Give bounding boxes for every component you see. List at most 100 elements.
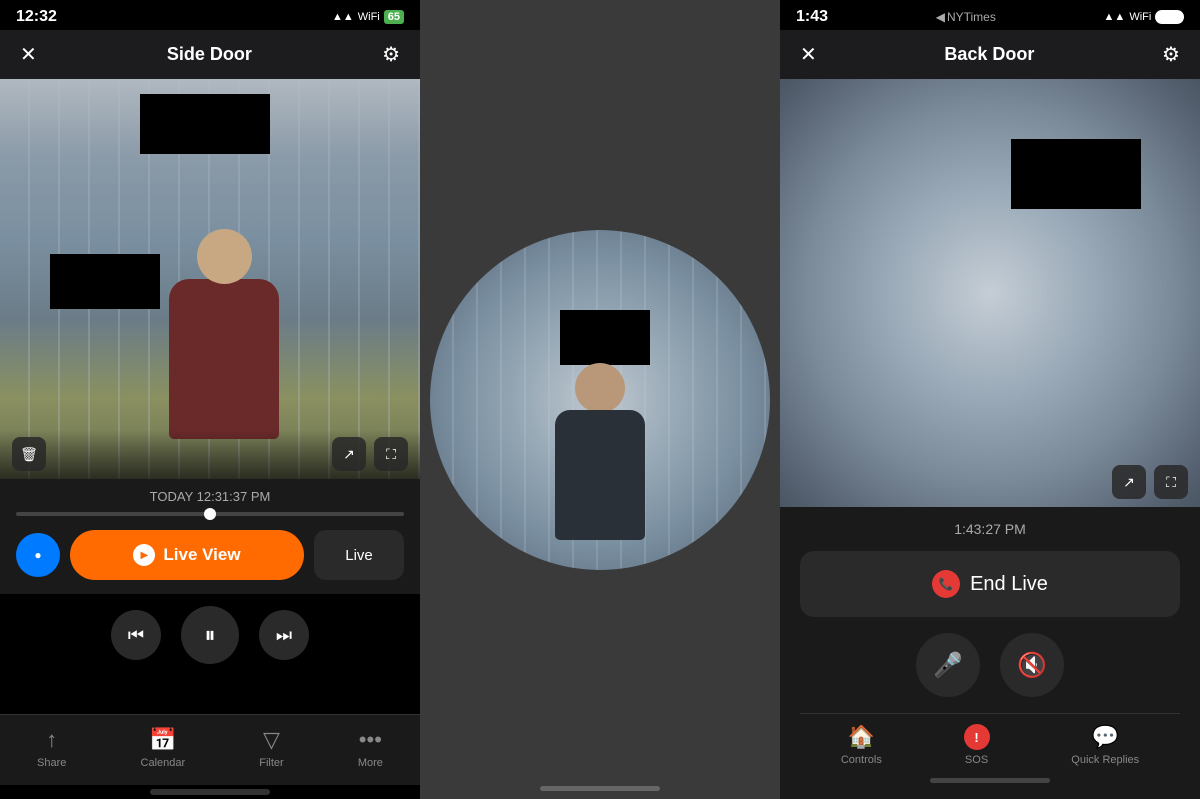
left-status-time: 12:32: [16, 8, 57, 26]
right-battery-badge: 20+: [1155, 10, 1184, 24]
live-view-button[interactable]: ▶ Live View: [70, 530, 304, 580]
right-panel: 1:43 ◀ NYTimes ▲▲ WiFi 20+ ✕ Back Door ⚙…: [780, 0, 1200, 799]
controls-label: Controls: [841, 754, 882, 766]
filter-icon: ▽: [263, 727, 280, 753]
filter-nav-item[interactable]: ▽ Filter: [259, 727, 283, 769]
left-nav-title: Side Door: [167, 44, 252, 65]
right-expand-button[interactable]: ↗: [1112, 465, 1146, 499]
share-nav-item[interactable]: ↑ Share: [37, 727, 66, 769]
next-button[interactable]: ⏭: [259, 610, 309, 660]
prev-icon: ⏮: [128, 625, 144, 646]
quick-replies-nav-item[interactable]: 💬 Quick Replies: [1071, 724, 1139, 766]
left-settings-button[interactable]: ⚙: [378, 38, 404, 71]
end-live-icon: 📞: [932, 570, 960, 598]
left-camera-background: [0, 79, 420, 479]
live-dot-button[interactable]: ●: [16, 533, 60, 577]
left-camera-view: 🗑 ↗ ⛶: [0, 79, 420, 479]
camera-fullscreen-button[interactable]: ⛶: [374, 437, 408, 471]
middle-panel: [420, 0, 780, 799]
left-bottom-nav: ↑ Share 📅 Calendar ▽ Filter ••• More: [0, 714, 420, 785]
middle-home-indicator: [540, 786, 660, 791]
notification-source: NYTimes: [947, 10, 996, 24]
quick-replies-icon: 💬: [1091, 724, 1118, 750]
fisheye-redaction: [560, 310, 650, 365]
right-close-button[interactable]: ✕: [796, 38, 821, 71]
person-head: [197, 229, 252, 284]
right-status-time: 1:43: [796, 8, 828, 26]
right-status-bar: 1:43 ◀ NYTimes ▲▲ WiFi 20+: [780, 0, 1200, 30]
end-live-label: End Live: [970, 573, 1048, 596]
left-nav-bar: ✕ Side Door ⚙: [0, 30, 420, 79]
right-home-indicator: [930, 778, 1050, 783]
timeline-track[interactable]: [16, 512, 404, 516]
left-person-silhouette: [154, 229, 294, 449]
quick-replies-label: Quick Replies: [1071, 754, 1139, 766]
share-icon: ↑: [46, 727, 57, 753]
right-control-panel: 1:43:27 PM 📞 End Live 🎤 🔇 🏠 Controls ! S…: [780, 507, 1200, 799]
calendar-label: Calendar: [141, 757, 186, 769]
sos-nav-item[interactable]: ! SOS: [964, 724, 990, 766]
timeline-thumb[interactable]: [204, 508, 216, 520]
sos-icon: !: [964, 724, 990, 750]
right-nav-title: Back Door: [944, 44, 1034, 65]
live-play-icon: ▶: [133, 544, 155, 566]
more-icon: •••: [359, 727, 382, 753]
left-panel: 12:32 ▲▲ WiFi 65 ✕ Side Door ⚙ 🗑 ↗ ⛶: [0, 0, 420, 799]
camera-expand-button[interactable]: ↗: [332, 437, 366, 471]
left-close-button[interactable]: ✕: [16, 38, 41, 71]
live-controls-row: ● ▶ Live View Live: [16, 530, 404, 580]
sos-label: SOS: [965, 754, 988, 766]
speaker-muted-icon: 🔇: [1017, 651, 1047, 680]
wifi-icon: WiFi: [358, 11, 380, 23]
prev-button[interactable]: ⏮: [111, 610, 161, 660]
more-label: More: [358, 757, 383, 769]
timeline-timestamp: TODAY 12:31:37 PM: [16, 489, 404, 504]
right-camera-view: ↗ ⛶: [780, 79, 1200, 507]
right-fullscreen-button[interactable]: ⛶: [1154, 465, 1188, 499]
live-tab-button[interactable]: Live: [314, 530, 404, 580]
live-view-label: Live View: [163, 545, 240, 565]
right-signal-icon: ▲▲: [1104, 11, 1126, 23]
live-dot-icon: ●: [34, 548, 41, 562]
left-redaction-1: [140, 94, 270, 154]
right-redaction: [1011, 139, 1141, 209]
right-notification: ◀ NYTimes: [936, 10, 996, 24]
calendar-icon: 📅: [149, 727, 176, 753]
left-status-icons: ▲▲ WiFi 65: [332, 10, 404, 24]
signal-icon: ▲▲: [332, 11, 354, 23]
pause-button[interactable]: ⏸: [181, 606, 239, 664]
left-redaction-2: [50, 254, 160, 309]
speaker-button[interactable]: 🔇: [1000, 633, 1064, 697]
controls-icon: 🏠: [848, 724, 875, 750]
right-camera-overlay: ↗ ⛶: [1112, 465, 1188, 499]
right-camera-background: [780, 79, 1200, 507]
fisheye-background: [430, 230, 770, 570]
fisheye-person: [555, 363, 645, 540]
more-nav-item[interactable]: ••• More: [358, 727, 383, 769]
fisheye-person-body: [555, 410, 645, 540]
playback-controls: ⏮ ⏸ ⏭: [0, 594, 420, 676]
next-icon: ⏭: [276, 625, 292, 646]
right-timestamp: 1:43:27 PM: [954, 521, 1026, 537]
share-label: Share: [37, 757, 66, 769]
microphone-icon: 🎤: [933, 651, 963, 680]
right-status-icons: ▲▲ WiFi 20+: [1104, 10, 1184, 24]
camera-delete-button[interactable]: 🗑: [12, 437, 46, 471]
back-arrow-icon: ◀: [936, 10, 945, 24]
filter-label: Filter: [259, 757, 283, 769]
calendar-nav-item[interactable]: 📅 Calendar: [141, 727, 186, 769]
right-bottom-nav: 🏠 Controls ! SOS 💬 Quick Replies: [800, 713, 1180, 770]
fisheye-person-head: [575, 363, 625, 413]
left-status-bar: 12:32 ▲▲ WiFi 65: [0, 0, 420, 30]
battery-badge: 65: [384, 10, 404, 24]
controls-nav-item[interactable]: 🏠 Controls: [841, 724, 882, 766]
microphone-button[interactable]: 🎤: [916, 633, 980, 697]
camera-right-btns: ↗ ⛶: [332, 437, 408, 471]
right-settings-button[interactable]: ⚙: [1158, 38, 1184, 71]
pause-icon: ⏸: [204, 622, 215, 648]
right-wifi-icon: WiFi: [1129, 11, 1151, 23]
timeline-area: TODAY 12:31:37 PM ● ▶ Live View Live: [0, 479, 420, 594]
mic-controls-row: 🎤 🔇: [916, 633, 1064, 697]
right-nav-bar: ✕ Back Door ⚙: [780, 30, 1200, 79]
end-live-button[interactable]: 📞 End Live: [800, 551, 1180, 617]
